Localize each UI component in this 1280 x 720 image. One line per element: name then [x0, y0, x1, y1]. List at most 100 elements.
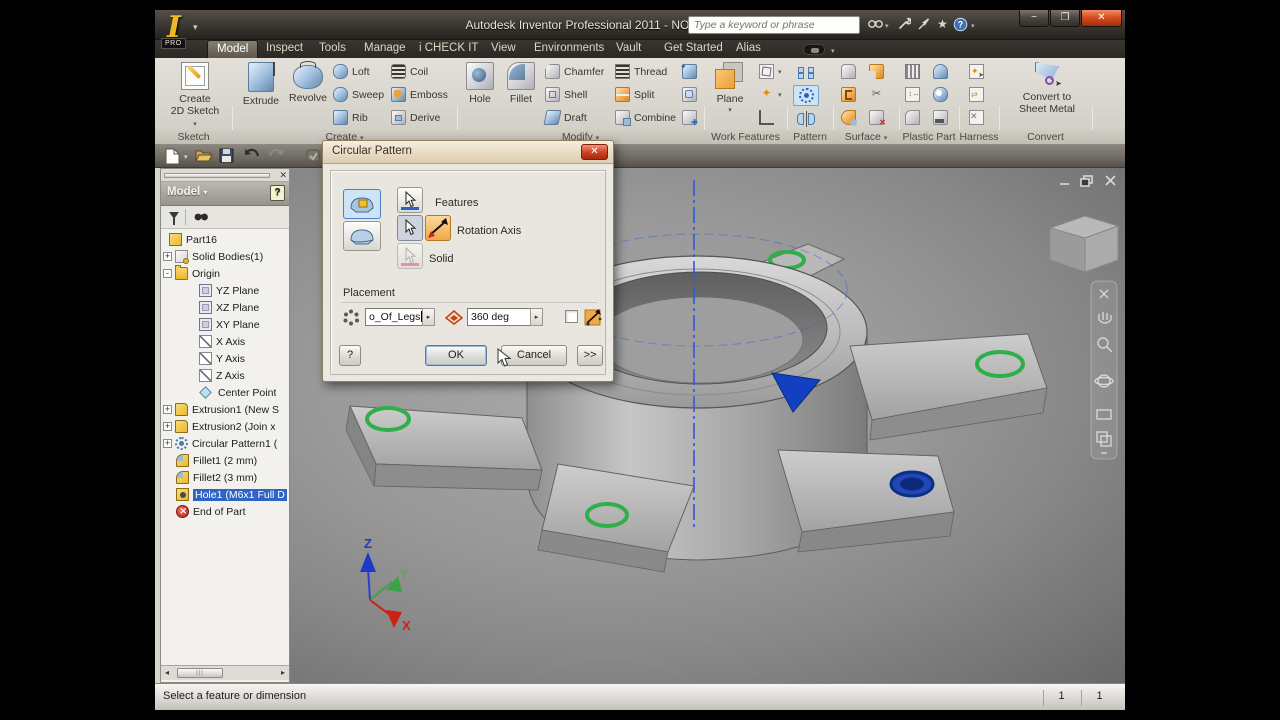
draft-button[interactable]: Draft — [545, 109, 587, 126]
scrollbar-thumb[interactable]: ||| — [177, 668, 223, 678]
select-rotation-axis-button[interactable] — [397, 215, 423, 241]
screen-capture-icon[interactable] — [803, 44, 825, 55]
save-icon[interactable] — [219, 148, 236, 165]
circular-pattern-button[interactable] — [793, 85, 819, 106]
harness-segment-button[interactable]: ⇄ — [969, 86, 984, 103]
tree-item-fillet1[interactable]: Fillet1 (2 mm) — [161, 452, 289, 469]
coil-button[interactable]: Coil — [391, 63, 428, 80]
star-icon[interactable]: ★ — [934, 17, 951, 33]
shell-button[interactable]: Shell — [545, 86, 587, 103]
occurrence-count-input[interactable]: o_Of_Legs — [365, 308, 423, 326]
tree-item-z-axis[interactable]: Z Axis — [161, 367, 289, 384]
pattern-features-mode-button[interactable] — [343, 189, 381, 219]
capture-dropdown-icon[interactable]: ▾ — [831, 47, 835, 55]
close-button[interactable]: ✕ — [1081, 10, 1122, 27]
tab-environments[interactable]: Environments — [525, 40, 613, 58]
tree-item-part[interactable]: Part16 — [161, 231, 289, 248]
plastic-rest-button[interactable] — [933, 63, 948, 80]
loft-button[interactable]: Loft — [333, 63, 370, 80]
leg-right-upper[interactable] — [850, 334, 1047, 440]
help-dropdown-icon[interactable]: ▾ — [971, 22, 975, 30]
count-flyout-button[interactable]: ▸ — [422, 308, 435, 326]
browser-header[interactable]: Model ▾ ? — [161, 182, 289, 206]
browser-scroll-strip[interactable]: ✕ — [161, 169, 289, 182]
surface-patch-button[interactable] — [869, 63, 884, 80]
surface-trim-button[interactable]: ✂ — [869, 86, 884, 103]
angle-flyout-button[interactable]: ▸ — [530, 308, 543, 326]
orientation-icon[interactable] — [583, 307, 603, 327]
expand-icon[interactable]: + — [163, 405, 172, 414]
plastic-lip-button[interactable] — [905, 109, 920, 126]
tab-tools[interactable]: Tools — [310, 40, 355, 58]
convert-to-sheet-metal-button[interactable]: ➤ Convert to Sheet Metal — [1007, 60, 1087, 128]
rectangular-pattern-button[interactable] — [793, 62, 819, 83]
plastic-grill-button[interactable] — [905, 63, 920, 80]
surface-stitch-button[interactable] — [841, 63, 856, 80]
help-icon[interactable]: ? — [952, 17, 969, 33]
split-button[interactable]: Split — [615, 86, 654, 103]
select-solid-button[interactable] — [397, 243, 423, 269]
dialog-title-bar[interactable]: Circular Pattern — [323, 141, 613, 164]
rotation-axis-flip-button[interactable] — [425, 215, 451, 241]
tree-item-hole-selected[interactable]: Hole1 (M6x1 Full D — [161, 486, 289, 503]
revolve-button[interactable]: Revolve — [285, 60, 331, 128]
tree-item-circular-pattern[interactable]: + Circular Pattern1 ( — [161, 435, 289, 452]
thread-button[interactable]: Thread — [615, 63, 667, 80]
midplane-checkbox[interactable] — [565, 310, 578, 323]
tab-model[interactable]: Model — [207, 40, 258, 58]
more-options-button[interactable]: >> — [577, 345, 603, 366]
minimize-button[interactable]: − — [1019, 10, 1049, 27]
group-label-surface[interactable]: Surface ▾ — [833, 131, 899, 144]
tree-item-x-axis[interactable]: X Axis — [161, 333, 289, 350]
chamfer-button[interactable]: Chamfer — [545, 63, 604, 80]
copy-object-button[interactable] — [682, 86, 697, 103]
application-menu-button[interactable]: I ▾ PRO — [159, 12, 207, 56]
document-window-controls[interactable] — [1060, 176, 1115, 186]
combine-button[interactable]: Combine — [615, 109, 676, 126]
expand-icon[interactable]: + — [163, 252, 172, 261]
angle-input[interactable]: 360 deg — [467, 308, 531, 326]
satellite-icon[interactable] — [915, 17, 932, 33]
tree-item-xy-plane[interactable]: XY Plane — [161, 316, 289, 333]
ok-button[interactable]: OK — [425, 345, 487, 366]
view-cube[interactable] — [1050, 216, 1118, 272]
sweep-button[interactable]: Sweep — [333, 86, 384, 103]
search-input[interactable] — [688, 16, 860, 34]
expand-icon[interactable]: + — [163, 439, 172, 448]
move-bodies-button[interactable]: ✦ — [682, 63, 697, 80]
tree-item-center-point[interactable]: Center Point — [161, 384, 289, 401]
browser-close-icon[interactable]: ✕ — [279, 170, 287, 180]
harness-unroute-button[interactable]: ✕ — [969, 109, 984, 126]
update-icon[interactable] — [305, 148, 322, 165]
surface-sculpt-button[interactable] — [841, 109, 856, 126]
tree-item-end-of-part[interactable]: ✕ End of Part — [161, 503, 289, 520]
fillet-button[interactable]: Fillet — [501, 60, 541, 128]
tree-item-yz-plane[interactable]: YZ Plane — [161, 282, 289, 299]
plane-button[interactable]: Plane ▾ — [707, 60, 753, 128]
tree-item-xz-plane[interactable]: XZ Plane — [161, 299, 289, 316]
delete-button[interactable]: ✚ — [682, 109, 697, 126]
tab-inspect[interactable]: Inspect — [257, 40, 312, 58]
extrude-button[interactable]: Extrude — [239, 60, 283, 128]
work-axis-button[interactable]: ▾ — [759, 63, 782, 80]
emboss-button[interactable]: Emboss — [391, 86, 448, 103]
tree-item-solid-bodies[interactable]: + Solid Bodies(1) — [161, 248, 289, 265]
tree-item-fillet2[interactable]: Fillet2 (3 mm) — [161, 469, 289, 486]
navigation-bar[interactable] — [1091, 281, 1117, 459]
tab-view[interactable]: View — [482, 40, 525, 58]
surface-delete-face-button[interactable]: ✕ — [869, 109, 884, 126]
pattern-solid-mode-button[interactable] — [343, 221, 381, 251]
find-icon[interactable] — [193, 210, 209, 228]
harness-route-button[interactable]: ✦➤ — [969, 63, 984, 80]
plastic-boss-button[interactable]: ↕↔ — [905, 86, 920, 103]
dialog-help-button[interactable]: ? — [339, 345, 361, 366]
leg-right-lower[interactable] — [778, 450, 954, 552]
undo-icon[interactable] — [243, 148, 260, 165]
select-features-button[interactable] — [397, 187, 423, 213]
browser-mini-scrollbar[interactable] — [164, 173, 270, 178]
tree-item-origin[interactable]: - Origin — [161, 265, 289, 282]
redo-icon[interactable] — [267, 148, 284, 165]
collapse-icon[interactable]: - — [163, 269, 172, 278]
search-dropdown-icon[interactable]: ▾ — [885, 22, 889, 30]
tab-manage[interactable]: Manage — [355, 40, 415, 58]
